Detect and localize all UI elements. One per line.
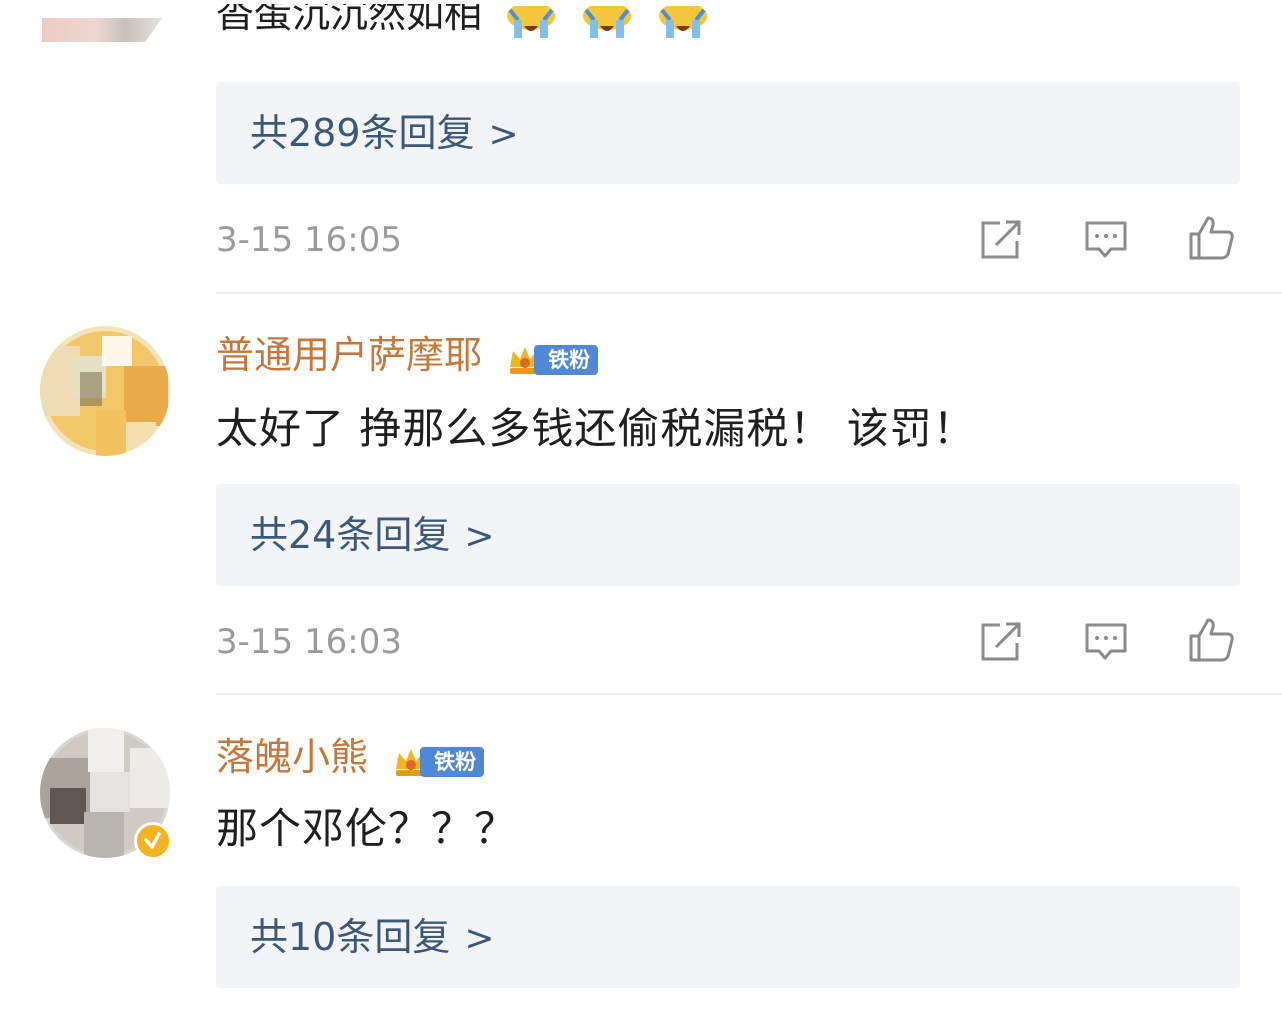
avatar[interactable] [40, 326, 170, 456]
badge-label: 铁粉 [534, 345, 599, 375]
reply-count-label: 共10条回复 [250, 915, 451, 959]
comment-text: 那个邓伦？？？ [216, 804, 518, 853]
comment-timestamp: 3-15 16:05 [216, 220, 402, 260]
comment-text-partial: 沓蛋沉沉然如相 [216, 4, 710, 48]
share-icon[interactable] [978, 619, 1024, 665]
reply-summary-box[interactable]: 共24条回复 > [216, 484, 1240, 586]
reply-count-link[interactable]: 共289条回复 > [250, 108, 519, 160]
chevron-right-icon: > [488, 114, 519, 155]
check-icon [144, 832, 161, 849]
cry-laugh-emoji-icon [507, 5, 556, 38]
like-icon[interactable] [1188, 214, 1234, 260]
reply-summary-box[interactable]: 共289条回复 > [216, 82, 1240, 184]
comment-divider [216, 292, 1282, 294]
comment-icon[interactable] [1083, 217, 1129, 263]
verified-badge-icon [134, 822, 172, 860]
chevron-right-icon: > [464, 918, 495, 959]
reply-summary-box[interactable]: 共10条回复 > [216, 886, 1240, 988]
badge-label: 铁粉 [420, 747, 485, 777]
reply-count-label: 共289条回复 [250, 111, 475, 155]
chevron-right-icon: > [464, 516, 495, 557]
username-text: 普通用户萨摩耶 [216, 333, 483, 377]
comment-divider [216, 693, 1282, 695]
avatar-partial[interactable] [42, 18, 162, 42]
comment-timestamp: 3-15 16:03 [216, 622, 402, 662]
cry-laugh-emoji-icon [583, 5, 632, 38]
username-text: 落魄小熊 [216, 735, 369, 779]
comment-icon[interactable] [1083, 619, 1129, 665]
cry-laugh-emoji-icon [659, 5, 708, 38]
username[interactable]: 普通用户萨摩耶 铁粉 [216, 332, 599, 378]
like-icon[interactable] [1188, 616, 1234, 662]
reply-count-label: 共24条回复 [250, 513, 451, 557]
username[interactable]: 落魄小熊 铁粉 [216, 734, 485, 780]
reply-count-link[interactable]: 共24条回复 > [250, 510, 495, 562]
fan-badge[interactable]: 铁粉 [506, 335, 599, 375]
fan-badge[interactable]: 铁粉 [392, 737, 485, 777]
reply-count-link[interactable]: 共10条回复 > [250, 912, 495, 964]
share-icon[interactable] [978, 217, 1024, 263]
comment-text: 沓蛋沉沉然如相 [216, 4, 483, 36]
avatar-image [40, 326, 170, 456]
comment-text: 太好了 挣那么多钱还偷税漏税！ 该罚！ [216, 404, 976, 453]
